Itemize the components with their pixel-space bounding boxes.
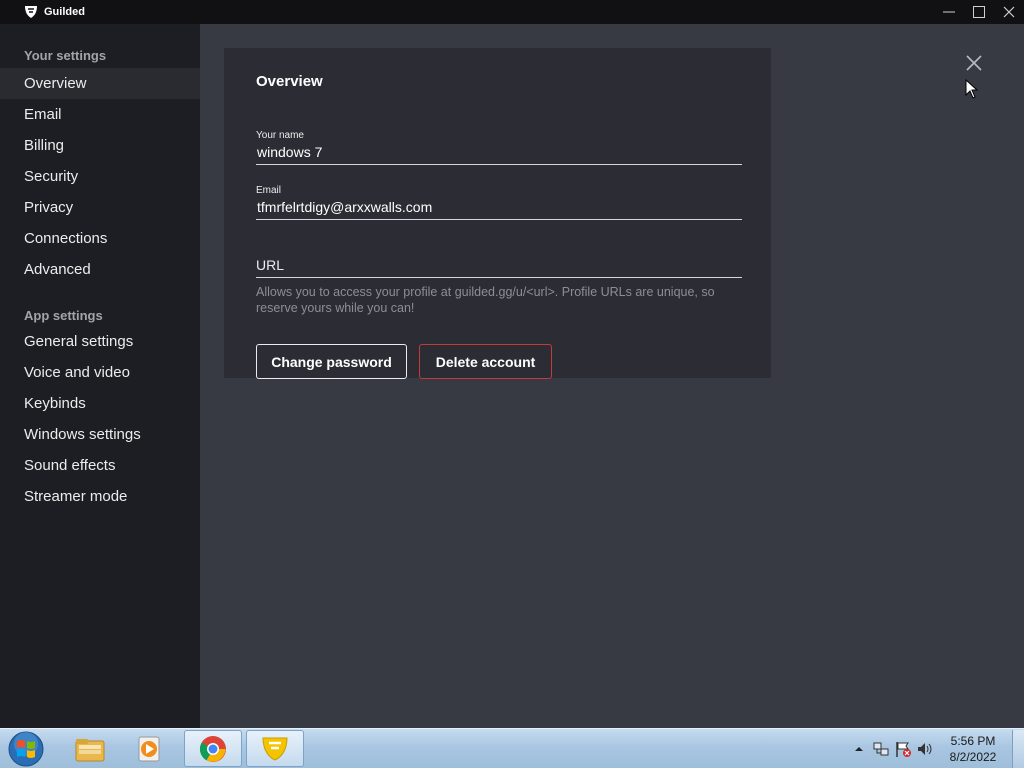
maximize-icon xyxy=(973,6,985,18)
close-icon xyxy=(1003,6,1015,18)
change-password-button[interactable]: Change password xyxy=(256,344,407,379)
action-center-flag-icon xyxy=(896,742,911,757)
email-value[interactable]: tfmrfelrtdigy@arxxwalls.com xyxy=(256,199,742,219)
sidebar-item-connections[interactable]: Connections xyxy=(0,223,200,254)
chevron-up-icon xyxy=(855,747,863,751)
guilded-icon xyxy=(262,737,288,761)
network-icon xyxy=(873,742,889,756)
title-bar: Guilded xyxy=(0,0,1024,24)
tray-action-center[interactable] xyxy=(892,738,914,760)
minimize-icon xyxy=(943,11,955,13)
sidebar-item-advanced[interactable]: Advanced xyxy=(0,254,200,285)
sidebar-item-email[interactable]: Email xyxy=(0,99,200,130)
taskbar-clock[interactable]: 5:56 PM 8/2/2022 xyxy=(936,733,1010,765)
system-tray: 5:56 PM 8/2/2022 xyxy=(848,729,1024,768)
url-field[interactable] xyxy=(256,253,742,278)
sidebar-item-security[interactable]: Security xyxy=(0,161,200,192)
windows-taskbar: 5:56 PM 8/2/2022 xyxy=(0,728,1024,768)
sidebar-heading-your-settings: Your settings xyxy=(24,48,107,63)
sidebar-item-overview[interactable]: Overview xyxy=(0,68,200,99)
sidebar-item-general-settings[interactable]: General settings xyxy=(0,326,200,357)
window-controls xyxy=(934,0,1024,24)
tray-volume[interactable] xyxy=(914,738,936,760)
sidebar-item-windows-settings[interactable]: Windows settings xyxy=(0,419,200,450)
email-field[interactable]: Email tfmrfelrtdigy@arxxwalls.com xyxy=(256,185,742,220)
taskbar-guilded[interactable] xyxy=(246,730,304,767)
sidebar-heading-app-settings: App settings xyxy=(24,308,103,323)
close-window-button[interactable] xyxy=(994,0,1024,24)
windows-start-orb-icon xyxy=(8,731,44,767)
tray-network[interactable] xyxy=(870,738,892,760)
taskbar-explorer[interactable] xyxy=(61,730,119,767)
sidebar-item-keybinds[interactable]: Keybinds xyxy=(0,388,200,419)
window-title: Guilded xyxy=(44,6,85,18)
taskbar-chrome[interactable] xyxy=(184,730,242,767)
overview-card: Overview Your name windows 7 Email tfmrf… xyxy=(224,48,771,379)
sidebar-item-voice-and-video[interactable]: Voice and video xyxy=(0,357,200,388)
email-label: Email xyxy=(256,185,282,196)
show-hidden-icons-button[interactable] xyxy=(848,738,870,760)
media-player-icon xyxy=(138,736,160,761)
clock-date: 8/2/2022 xyxy=(949,750,997,764)
folder-icon xyxy=(75,738,105,761)
settings-sidebar: Your settings Overview Email Billing Sec… xyxy=(0,24,200,728)
guilded-logo-icon xyxy=(25,6,37,18)
page-title: Overview xyxy=(256,73,323,90)
delete-account-button[interactable]: Delete account xyxy=(419,344,552,379)
sidebar-item-billing[interactable]: Billing xyxy=(0,130,200,161)
name-label: Your name xyxy=(256,130,304,141)
show-desktop-button[interactable] xyxy=(1012,730,1024,768)
name-field[interactable]: Your name windows 7 xyxy=(256,130,742,165)
sidebar-item-streamer-mode[interactable]: Streamer mode xyxy=(0,481,200,512)
volume-icon xyxy=(918,743,932,755)
mouse-cursor-icon xyxy=(965,79,979,99)
name-value[interactable]: windows 7 xyxy=(256,144,742,164)
minimize-button[interactable] xyxy=(934,0,964,24)
sidebar-item-sound-effects[interactable]: Sound effects xyxy=(0,450,200,481)
start-button[interactable] xyxy=(6,731,46,767)
url-input[interactable] xyxy=(256,253,742,277)
chrome-icon xyxy=(199,735,226,762)
taskbar-media-player[interactable] xyxy=(121,730,179,767)
clock-time: 5:56 PM xyxy=(950,734,996,748)
maximize-button[interactable] xyxy=(964,0,994,24)
sidebar-item-privacy[interactable]: Privacy xyxy=(0,192,200,223)
close-settings-icon[interactable] xyxy=(963,52,985,74)
url-hint: Allows you to access your profile at gui… xyxy=(256,285,715,315)
settings-main: Overview Your name windows 7 Email tfmrf… xyxy=(200,24,1024,728)
